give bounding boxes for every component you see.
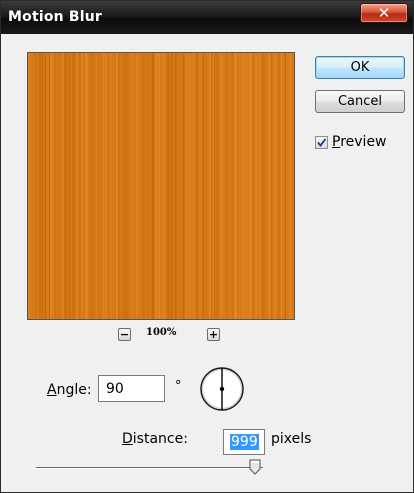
angle-mnemonic: A bbox=[47, 382, 57, 398]
distance-mnemonic: D bbox=[122, 431, 133, 447]
checkmark-icon bbox=[317, 138, 327, 147]
minus-icon: − bbox=[119, 328, 130, 341]
close-button[interactable]: ✕ bbox=[360, 3, 408, 23]
angle-label-rest: ngle: bbox=[56, 382, 92, 398]
close-icon: ✕ bbox=[377, 4, 391, 22]
dialog-title: Motion Blur bbox=[8, 9, 103, 25]
pixels-unit-label: pixels bbox=[271, 431, 312, 447]
distance-label-rest: istance: bbox=[132, 431, 188, 447]
motion-blur-dialog: Motion Blur ✕ OK Cancel Preview − 100% +… bbox=[0, 0, 414, 493]
preview-checkbox-label[interactable]: Preview bbox=[332, 134, 387, 150]
zoom-level: 100% bbox=[146, 327, 177, 338]
angle-input[interactable]: 90 bbox=[98, 375, 165, 402]
distance-input[interactable]: 999 bbox=[223, 429, 265, 455]
title-bar[interactable]: Motion Blur ✕ bbox=[1, 1, 413, 34]
distance-label: Distance: bbox=[122, 431, 188, 447]
angle-dial-icon[interactable] bbox=[198, 365, 246, 413]
preview-label-rest: review bbox=[340, 134, 387, 150]
distance-slider-track[interactable] bbox=[36, 467, 263, 469]
plus-icon: + bbox=[208, 328, 219, 341]
cancel-button[interactable]: Cancel bbox=[315, 90, 405, 113]
preview-mnemonic: P bbox=[332, 134, 341, 150]
preview-checkbox[interactable] bbox=[315, 136, 328, 149]
distance-slider-thumb[interactable] bbox=[249, 459, 261, 475]
degree-symbol: ° bbox=[175, 379, 182, 394]
wood-texture-preview bbox=[28, 53, 294, 319]
angle-label: Angle: bbox=[47, 382, 92, 398]
zoom-in-button[interactable]: + bbox=[207, 328, 220, 341]
zoom-out-button[interactable]: − bbox=[118, 328, 131, 341]
distance-value: 999 bbox=[230, 434, 259, 450]
ok-button[interactable]: OK bbox=[315, 56, 405, 79]
preview-image[interactable] bbox=[27, 52, 295, 320]
